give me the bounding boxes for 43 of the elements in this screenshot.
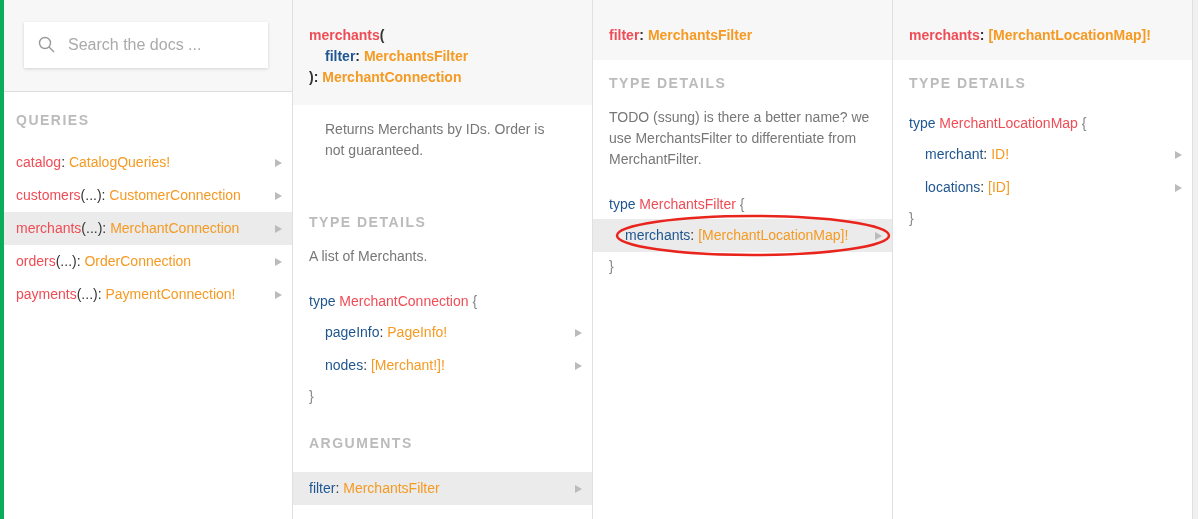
expand-arrow-icon bbox=[275, 224, 282, 233]
section-heading: ARGUMENTS bbox=[309, 434, 413, 453]
field-row[interactable]: nodes: [Merchant!]! bbox=[293, 349, 592, 382]
query-item[interactable]: customers(...): CustomerConnection bbox=[4, 179, 292, 212]
expand-arrow-icon bbox=[275, 257, 282, 266]
title-line: merchants( bbox=[309, 27, 385, 43]
query-item[interactable]: payments(...): PaymentConnection! bbox=[4, 278, 292, 311]
description-text: TODO (ssung) is there a better name? we use MerchantsFilter to differentiate from MerchantFilter. bbox=[609, 108, 871, 169]
argument-row[interactable]: filter: MerchantsFilter bbox=[293, 472, 592, 505]
closing-brace: } bbox=[609, 258, 614, 274]
expand-arrow-icon bbox=[275, 290, 282, 299]
field-row[interactable]: locations: [ID] bbox=[893, 171, 1192, 204]
section-heading: QUERIES bbox=[16, 111, 91, 130]
query-item[interactable]: orders(...): OrderConnection bbox=[4, 245, 292, 278]
expand-arrow-icon bbox=[875, 231, 882, 240]
type-declaration: type MerchantsFilter { bbox=[609, 196, 745, 212]
section-heading: TYPE DETAILS bbox=[609, 74, 727, 93]
query-item[interactable]: catalog: CatalogQueries! bbox=[4, 146, 292, 179]
expand-arrow-icon bbox=[1175, 150, 1182, 159]
field-row[interactable]: merchants: [MerchantLocationMap]! bbox=[593, 219, 892, 252]
title-line: ): MerchantConnection bbox=[309, 69, 462, 85]
closing-brace: } bbox=[909, 210, 914, 226]
closing-brace: } bbox=[309, 388, 314, 404]
expand-arrow-icon bbox=[575, 361, 582, 370]
expand-arrow-icon bbox=[275, 158, 282, 167]
title-line: filter: MerchantsFilter bbox=[609, 27, 753, 43]
section-heading: TYPE DETAILS bbox=[309, 213, 427, 232]
field-row[interactable]: pageInfo: PageInfo! bbox=[293, 316, 592, 349]
section-heading: TYPE DETAILS bbox=[909, 74, 1027, 93]
title-line: merchants: [MerchantLocationMap]! bbox=[909, 27, 1151, 43]
type-declaration: type MerchantConnection { bbox=[309, 293, 478, 309]
expand-arrow-icon bbox=[575, 484, 582, 493]
search-box[interactable]: Search the docs ... bbox=[24, 22, 268, 68]
title-line: filter: MerchantsFilter bbox=[325, 48, 469, 64]
expand-arrow-icon bbox=[1175, 183, 1182, 192]
type-declaration: type MerchantLocationMap { bbox=[909, 115, 1087, 131]
query-item[interactable]: merchants(...): MerchantConnection bbox=[4, 212, 292, 245]
expand-arrow-icon bbox=[575, 328, 582, 337]
field-row[interactable]: merchant: ID! bbox=[893, 138, 1192, 171]
expand-arrow-icon bbox=[275, 191, 282, 200]
description-text: A list of Merchants. bbox=[309, 247, 429, 266]
description-text: Returns Merchants by IDs. Order is not guaranteed. bbox=[325, 120, 546, 160]
search-icon bbox=[38, 36, 56, 54]
